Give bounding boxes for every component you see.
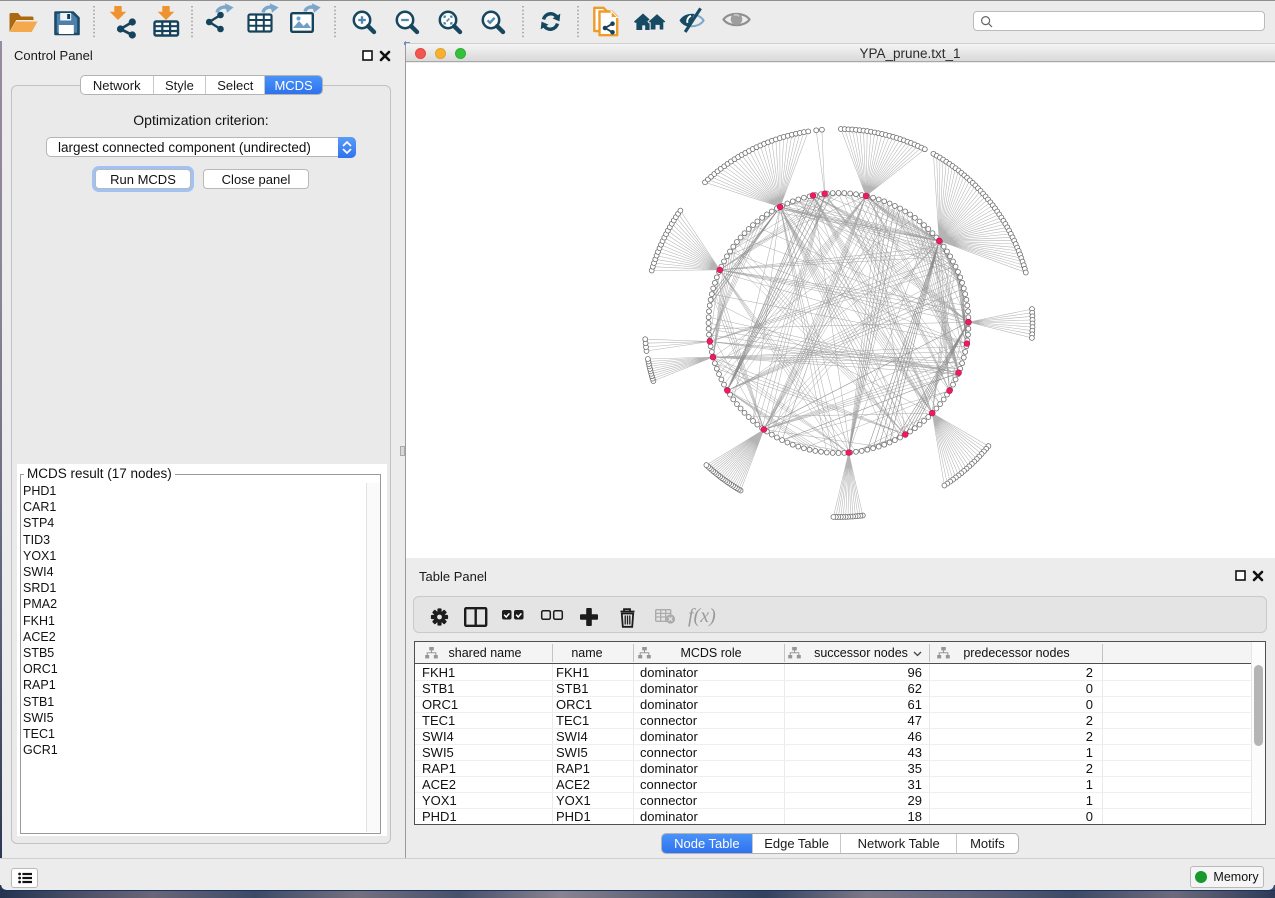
svg-text:f(x): f(x) <box>688 605 716 627</box>
